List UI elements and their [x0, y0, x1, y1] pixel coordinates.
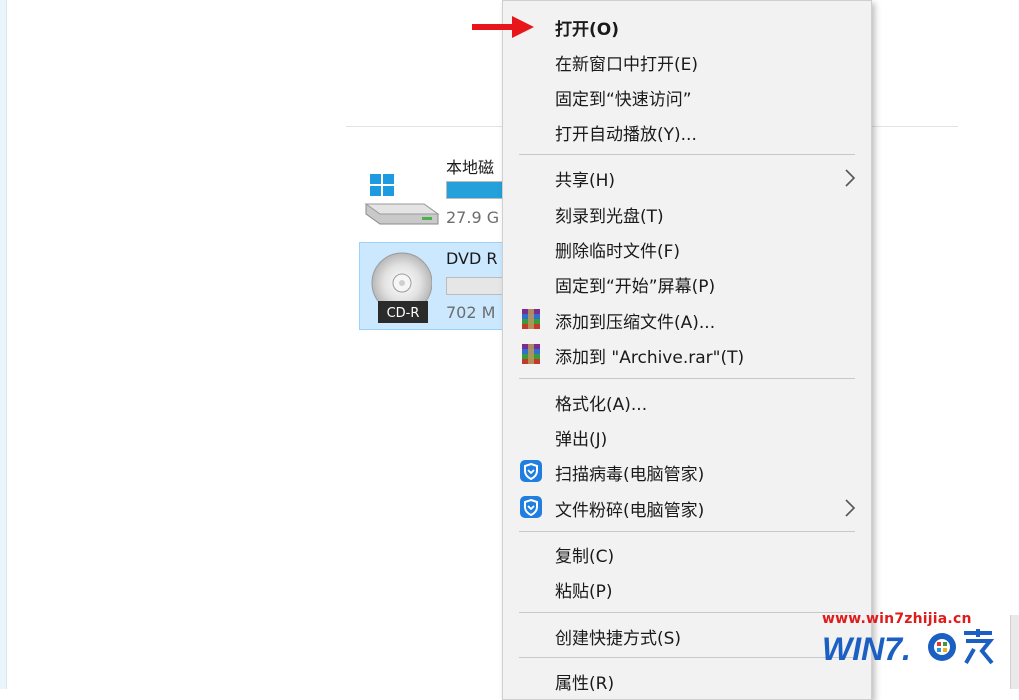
menu-item-delete-temp-files[interactable]: 删除临时文件(F) [503, 231, 871, 266]
drive-usage-fill [447, 182, 505, 198]
menu-item-add-to-archive[interactable]: 添加到压缩文件(A)... [503, 302, 871, 337]
menu-item-burn-disc[interactable]: 刻录到光盘(T) [503, 196, 871, 231]
menu-item-label: 复制(C) [555, 547, 615, 567]
menu-item-label: 固定到“开始”屏幕(P) [555, 277, 716, 297]
menu-item-label: 共享(H) [555, 171, 616, 191]
menu-item-label: 删除临时文件(F) [555, 242, 681, 262]
windows-drive-icon [364, 174, 440, 225]
menu-separator [519, 154, 855, 155]
menu-item-properties[interactable]: 属性(R) [503, 663, 871, 698]
winrar-icon [522, 309, 540, 329]
menu-item-pin-start[interactable]: 固定到“开始”屏幕(P) [503, 266, 871, 301]
red-arrow-icon [472, 16, 534, 38]
menu-item-label: 固定到“快速访问” [555, 90, 692, 110]
drive-size-text: 27.9 G [446, 208, 500, 227]
menu-item-label: 创建快捷方式(S) [555, 629, 682, 649]
menu-item-file-shredder[interactable]: 文件粉碎(电脑管家) [503, 490, 871, 525]
menu-item-label: 打开(O) [555, 20, 619, 40]
menu-item-label: 弹出(J) [555, 430, 608, 450]
left-panel-edge [0, 0, 7, 689]
menu-item-create-shortcut[interactable]: 创建快捷方式(S) [503, 618, 871, 653]
winrar-icon [522, 344, 540, 364]
menu-item-label: 添加到压缩文件(A)... [555, 313, 716, 333]
menu-item-add-to-archive-rar[interactable]: 添加到 "Archive.rar"(T) [503, 337, 871, 372]
menu-separator [519, 378, 855, 379]
menu-item-open-new-window[interactable]: 在新窗口中打开(E) [503, 44, 871, 79]
menu-item-label: 格式化(A)... [555, 395, 648, 415]
menu-item-label: 打开自动播放(Y)... [555, 125, 697, 145]
menu-item-label: 刻录到光盘(T) [555, 207, 664, 227]
drive-name: 本地磁 [446, 158, 495, 177]
menu-item-eject[interactable]: 弹出(J) [503, 419, 871, 454]
context-menu: 打开(O) 在新窗口中打开(E) 固定到“快速访问” 打开自动播放(Y)... … [502, 0, 872, 700]
menu-item-share[interactable]: 共享(H) [503, 160, 871, 195]
menu-item-copy[interactable]: 复制(C) [503, 536, 871, 571]
menu-item-label: 粘贴(P) [555, 582, 613, 602]
menu-item-autoplay[interactable]: 打开自动播放(Y)... [503, 114, 871, 149]
menu-item-label: 添加到 "Archive.rar"(T) [555, 348, 745, 368]
menu-item-label: 文件粉碎(电脑管家) [555, 501, 705, 521]
menu-item-label: 扫描病毒(电脑管家) [555, 465, 705, 485]
cd-r-badge: CD-R [386, 306, 420, 321]
drive-name: DVD R [446, 249, 498, 268]
menu-item-label: 属性(R) [555, 674, 615, 694]
menu-separator [519, 531, 855, 532]
window-edge-fragment [1010, 615, 1019, 689]
menu-item-paste[interactable]: 粘贴(P) [503, 571, 871, 606]
chevron-right-icon [845, 499, 856, 517]
menu-item-scan-virus[interactable]: 扫描病毒(电脑管家) [503, 454, 871, 489]
pc-manager-shield-icon [520, 496, 542, 518]
pc-manager-shield-icon [520, 460, 542, 482]
chevron-right-icon [845, 169, 856, 187]
folder-icon-fragment [372, 0, 432, 10]
drive-item-local-disk[interactable]: 本地磁 27.9 G [360, 150, 520, 230]
menu-item-pin-quick-access[interactable]: 固定到“快速访问” [503, 79, 871, 114]
win7zhijia-logo: WIN7. [822, 629, 995, 667]
drive-size-text: 702 M [446, 303, 496, 322]
menu-separator [519, 657, 855, 658]
menu-item-open[interactable]: 打开(O) [503, 9, 871, 44]
menu-separator [519, 612, 855, 613]
svg-text:WIN7.: WIN7. [822, 631, 911, 667]
watermark-url: www.win7zhijia.cn [822, 611, 972, 627]
menu-item-label: 在新窗口中打开(E) [555, 55, 699, 75]
menu-item-format[interactable]: 格式化(A)... [503, 384, 871, 419]
drive-item-dvd[interactable]: CD-R DVD R 702 M [359, 242, 521, 330]
